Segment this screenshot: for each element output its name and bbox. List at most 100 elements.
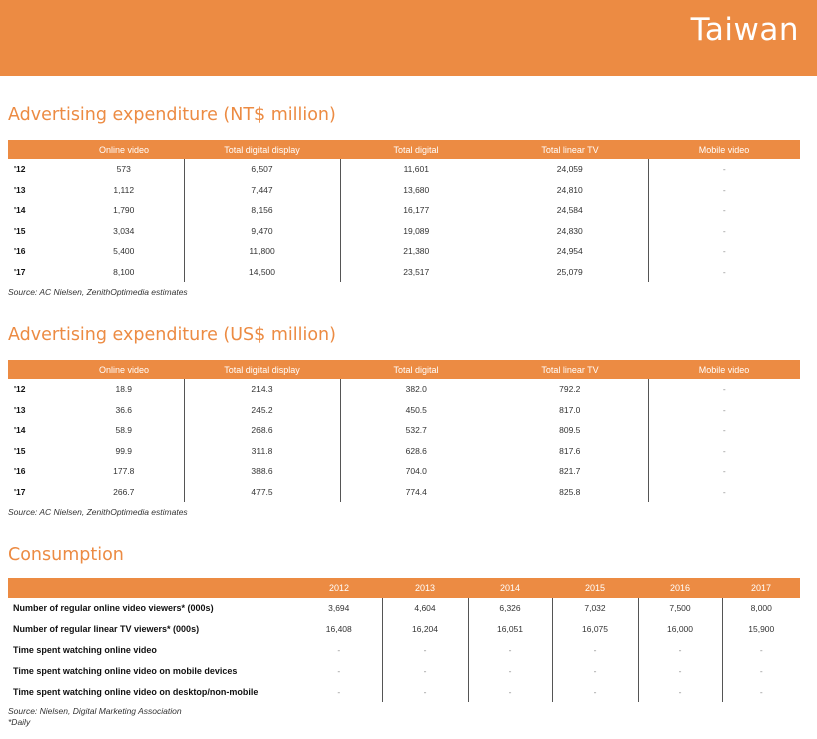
row-year: '15	[14, 445, 26, 456]
cell: -	[296, 681, 383, 702]
row-year: '17	[14, 266, 26, 277]
table-row: Time spent watching online video on mobi…	[8, 660, 800, 682]
cell: -	[722, 184, 726, 195]
cell: -	[722, 404, 726, 415]
cell: -	[382, 639, 469, 661]
header-year: 2014	[468, 578, 552, 598]
cell: -	[638, 639, 723, 661]
cell: 3,694	[296, 598, 383, 619]
cell: 8,000	[750, 603, 772, 614]
cell: 9,470	[184, 220, 341, 241]
cell: -	[722, 205, 726, 216]
cell: -	[759, 644, 763, 655]
cell: 16,075	[552, 618, 639, 640]
header-mobile-video: Mobile video	[648, 140, 800, 159]
header-blank	[8, 360, 64, 379]
section-title-usd: Advertising expenditure (US$ million)	[8, 325, 336, 345]
cell: 16,177	[403, 205, 430, 216]
section-title-ntd: Advertising expenditure (NT$ million)	[8, 105, 336, 125]
row-year: '17	[14, 486, 26, 497]
cell: -	[468, 681, 553, 702]
table-row: '13 36.6 245.2 450.5 817.0 -	[8, 399, 800, 420]
table-row: '13 1,112 7,447 13,680 24,810 -	[8, 179, 800, 200]
cell: -	[296, 639, 383, 661]
cell: 18.9	[64, 379, 185, 400]
cell: 704.0	[405, 466, 427, 477]
row-year: '15	[14, 225, 26, 236]
table-header-row: Online video Total digital display Total…	[8, 140, 800, 159]
header-total-digital: Total digital	[340, 140, 492, 159]
cell: 628.6	[405, 445, 427, 456]
cell: 16,204	[382, 618, 469, 640]
row-year: '12	[14, 384, 26, 395]
cell: 214.3	[184, 379, 341, 400]
cell: 821.7	[492, 461, 649, 482]
row-label: Time spent watching online video on desk…	[13, 686, 259, 697]
cell: 24,810	[492, 179, 649, 200]
cell: 1,790	[64, 200, 185, 221]
cell: 24,059	[492, 159, 649, 180]
row-year: '16	[14, 466, 26, 477]
table-row: '14 1,790 8,156 16,177 24,584 -	[8, 200, 800, 221]
cell: 4,604	[382, 598, 469, 619]
cell: 21,380	[403, 246, 430, 257]
row-year: '13	[14, 404, 26, 415]
header-total-linear-tv: Total linear TV	[492, 140, 648, 159]
cell: 24,830	[492, 220, 649, 241]
header-total-digital: Total digital	[340, 360, 492, 379]
header-online-video: Online video	[64, 360, 184, 379]
cell: 268.6	[184, 420, 341, 441]
cell: 16,051	[468, 618, 553, 640]
cell: -	[722, 425, 726, 436]
header-mobile-video: Mobile video	[648, 360, 800, 379]
header-year: 2013	[382, 578, 468, 598]
table-ntd: Online video Total digital display Total…	[8, 140, 800, 282]
cell: 14,500	[184, 261, 341, 282]
cell: 266.7	[64, 481, 185, 502]
footnote-daily: *Daily	[8, 717, 31, 727]
cell: -	[722, 225, 726, 236]
cell: 16,000	[638, 618, 723, 640]
row-year: '16	[14, 246, 26, 257]
cell: -	[638, 660, 723, 682]
table-row: '12 18.9 214.3 382.0 792.2 -	[8, 379, 800, 400]
section-title-consumption: Consumption	[8, 545, 124, 565]
table-row: Time spent watching online video on desk…	[8, 681, 800, 702]
cell: 792.2	[492, 379, 649, 400]
cell: -	[759, 686, 763, 697]
row-year: '12	[14, 164, 26, 175]
cell: -	[722, 486, 726, 497]
header-total-linear-tv: Total linear TV	[492, 360, 648, 379]
header-total-digital-display: Total digital display	[184, 140, 340, 159]
cell: -	[638, 681, 723, 702]
cell: 7,447	[184, 179, 341, 200]
header-year: 2017	[722, 578, 800, 598]
row-label: Number of regular linear TV viewers* (00…	[13, 624, 200, 635]
header-blank	[8, 140, 64, 159]
cell: 817.0	[492, 399, 649, 420]
cell: 5,400	[64, 241, 185, 262]
source-note-consumption: Source: Nielsen, Digital Marketing Assoc…	[8, 706, 182, 716]
cell: 825.8	[492, 481, 649, 502]
table-row: '17 266.7 477.5 774.4 825.8 -	[8, 481, 800, 502]
cell: -	[468, 639, 553, 661]
table-row: '15 99.9 311.8 628.6 817.6 -	[8, 440, 800, 461]
cell: 573	[64, 159, 185, 180]
cell: 16,408	[296, 618, 383, 640]
row-label: Time spent watching online video	[13, 644, 157, 655]
cell: -	[722, 164, 726, 175]
cell: 8,100	[64, 261, 185, 282]
header-total-digital-display: Total digital display	[184, 360, 340, 379]
cell: -	[722, 466, 726, 477]
cell: 11,601	[403, 164, 429, 175]
cell: -	[722, 445, 726, 456]
cell: 817.6	[492, 440, 649, 461]
cell: 477.5	[184, 481, 341, 502]
table-usd: Online video Total digital display Total…	[8, 360, 800, 502]
cell: 99.9	[64, 440, 185, 461]
row-year: '14	[14, 425, 26, 436]
cell: 58.9	[64, 420, 185, 441]
table-consumption: 2012 2013 2014 2015 2016 2017 Number of …	[8, 578, 800, 702]
table-row: Number of regular online video viewers* …	[8, 598, 800, 619]
cell: 6,507	[184, 159, 341, 180]
